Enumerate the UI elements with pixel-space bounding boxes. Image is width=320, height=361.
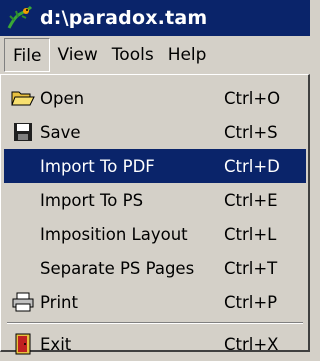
menu-item-label: Save [40, 122, 81, 142]
menu-item-shortcut: Ctrl+E [224, 190, 278, 210]
menu-item-label: Open [40, 88, 85, 108]
menu-item-open[interactable]: Open Ctrl+O [4, 81, 306, 115]
menu-item-shortcut: Ctrl+X [224, 334, 279, 354]
window-title: d:\paradox.tam [40, 7, 208, 29]
file-menu-dropdown: Open Ctrl+O Save Ctrl+S Import To PDF Ct… [0, 74, 310, 355]
menu-item-label: Import To PS [40, 190, 144, 210]
menu-item-shortcut: Ctrl+L [224, 224, 277, 244]
menu-item-label: Separate PS Pages [40, 258, 195, 278]
menu-item-import-to-ps[interactable]: Import To PS Ctrl+E [4, 183, 306, 217]
floppy-disk-icon [11, 121, 35, 143]
menu-bar: File View Tools Help [0, 36, 310, 74]
menu-item-import-to-pdf[interactable]: Import To PDF Ctrl+D [4, 149, 306, 183]
menu-item-shortcut: Ctrl+O [224, 88, 281, 108]
menu-item-shortcut: Ctrl+T [224, 258, 278, 278]
menu-item-label: Imposition Layout [40, 224, 188, 244]
menu-tools[interactable]: Tools [105, 38, 161, 72]
menu-item-separate-ps-pages[interactable]: Separate PS Pages Ctrl+T [4, 251, 306, 285]
menu-item-print[interactable]: Print Ctrl+P [4, 285, 306, 319]
menu-item-shortcut: Ctrl+P [224, 292, 278, 312]
menu-item-shortcut: Ctrl+D [224, 156, 280, 176]
menu-item-save[interactable]: Save Ctrl+S [4, 115, 306, 149]
menu-view[interactable]: View [50, 38, 104, 72]
menu-separator [7, 322, 303, 324]
menu-file[interactable]: File [4, 38, 51, 72]
menu-item-shortcut: Ctrl+S [224, 122, 278, 142]
menu-item-label: Exit [40, 334, 72, 354]
menu-item-label: Print [40, 292, 78, 312]
menu-item-imposition-layout[interactable]: Imposition Layout Ctrl+L [4, 217, 306, 251]
printer-icon [11, 291, 35, 313]
open-folder-icon [11, 87, 35, 109]
menu-help[interactable]: Help [161, 38, 214, 72]
frog-app-icon [6, 4, 34, 32]
menu-item-label: Import To PDF [40, 156, 155, 176]
menu-item-exit[interactable]: Exit Ctrl+X [4, 327, 306, 361]
title-bar: d:\paradox.tam [0, 0, 310, 36]
